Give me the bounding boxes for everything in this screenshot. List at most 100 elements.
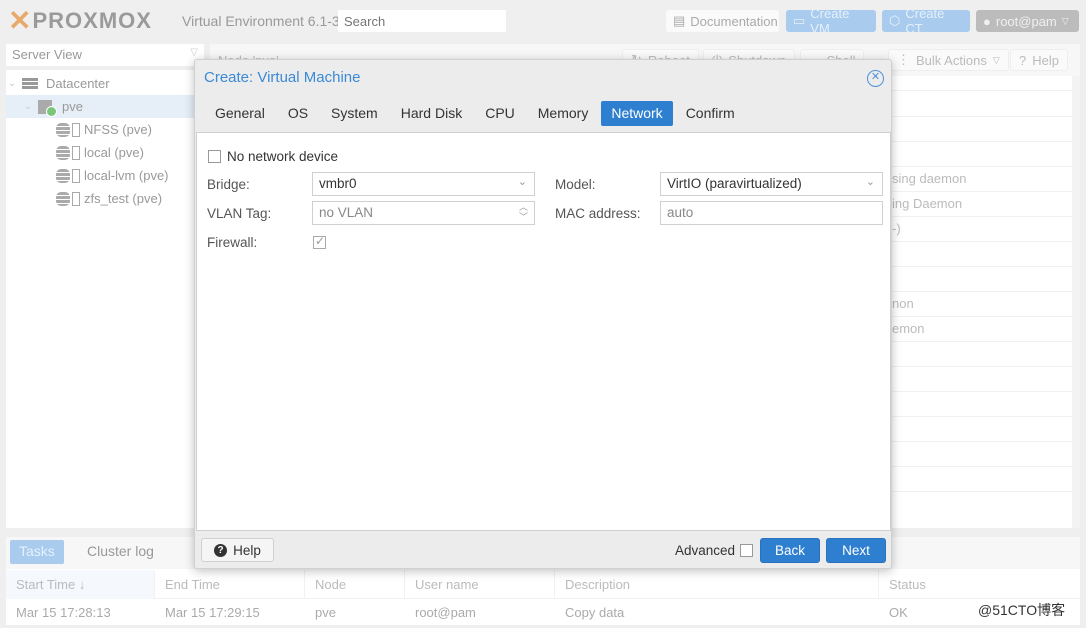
tree-item-label: zfs_test (pve): [84, 191, 163, 206]
tab-network[interactable]: Network: [601, 101, 673, 126]
help-icon: ?: [214, 543, 228, 557]
help-icon: ?: [1019, 52, 1027, 68]
resource-tree: ⌄ Datacenter ⌄ pve NFSS (pve) local (pve…: [6, 70, 204, 528]
cube-icon: ⬡: [889, 13, 901, 28]
help-button[interactable]: ? Help: [201, 538, 274, 562]
mac-address-input[interactable]: auto: [660, 201, 883, 225]
column-node[interactable]: Node: [305, 570, 405, 599]
bulk-actions-button[interactable]: ⋮ Bulk Actions ▽: [888, 49, 1009, 71]
tree-item-label: local (pve): [84, 145, 144, 160]
expand-caret-icon[interactable]: ⌄: [22, 101, 34, 112]
proxmox-logo: ✕ PROXMOX: [8, 5, 152, 36]
tree-item-label: Datacenter: [46, 76, 110, 91]
bridge-label: Bridge:: [207, 177, 250, 192]
cell-end-time: Mar 15 17:29:15: [165, 605, 260, 620]
tab-hard-disk[interactable]: Hard Disk: [391, 101, 472, 126]
bridge-select[interactable]: vmbr0 ⌄: [312, 172, 535, 196]
documentation-label: Documentation: [690, 13, 778, 29]
close-icon[interactable]: ✕: [867, 70, 884, 87]
column-end-time[interactable]: End Time: [155, 570, 305, 599]
table-row[interactable]: Mar 15 17:28:13 Mar 15 17:29:15 pve root…: [6, 600, 1080, 624]
book-icon: ▤: [673, 13, 686, 28]
ellipsis-vertical-icon: ⋮: [897, 52, 910, 67]
row-text: sing daemon: [892, 171, 967, 186]
tree-item-storage[interactable]: zfs_test (pve): [6, 187, 204, 210]
disk-usage-icon: [72, 191, 80, 206]
tab-general[interactable]: General: [205, 101, 275, 126]
user-menu-button[interactable]: ● root@pam ▽: [976, 10, 1079, 32]
dialog-footer: ? Help Advanced Back Next: [195, 532, 891, 568]
row-text: non: [892, 296, 914, 311]
server-view-select[interactable]: Server View ▽: [6, 44, 204, 66]
chevron-down-icon: ⌄: [517, 176, 527, 188]
advanced-checkbox[interactable]: [740, 544, 754, 557]
tree-item-storage[interactable]: NFSS (pve): [6, 118, 204, 141]
bulk-actions-label: Bulk Actions: [916, 52, 987, 68]
help-label: Help: [1032, 52, 1059, 68]
node-online-icon: [38, 99, 57, 117]
storage-icon: [56, 168, 70, 183]
tab-tasks[interactable]: Tasks: [10, 540, 64, 564]
storage-icon: [56, 145, 70, 160]
help-button-main[interactable]: ? Help: [1010, 49, 1068, 71]
logo-x-icon: ✕: [8, 5, 32, 36]
tab-memory[interactable]: Memory: [528, 101, 599, 126]
tab-os[interactable]: OS: [278, 101, 318, 126]
next-button[interactable]: Next: [826, 538, 886, 563]
vlan-tag-label: VLAN Tag:: [207, 206, 272, 221]
column-start-time[interactable]: Start Time ↓: [6, 570, 155, 599]
firewall-label: Firewall:: [207, 235, 258, 250]
disk-usage-icon: [72, 168, 80, 183]
create-ct-button[interactable]: ⬡ Create CT: [882, 6, 970, 36]
monitor-icon: ▭: [793, 13, 806, 28]
mac-address-placeholder: auto: [667, 205, 694, 220]
datacenter-icon: [22, 77, 38, 90]
model-value: VirtIO (paravirtualized): [667, 176, 802, 191]
tree-item-datacenter[interactable]: ⌄ Datacenter: [6, 72, 204, 95]
back-button[interactable]: Back: [760, 538, 820, 563]
tab-confirm[interactable]: Confirm: [676, 101, 745, 126]
tree-item-pve[interactable]: ⌄ pve: [6, 95, 204, 118]
advanced-toggle[interactable]: Advanced: [675, 543, 754, 558]
top-bar: ✕ PROXMOX Virtual Environment 6.1-3 ▤ Do…: [0, 0, 1086, 42]
column-description[interactable]: Description: [555, 570, 879, 599]
vlan-tag-placeholder: no VLAN: [319, 205, 374, 220]
column-status[interactable]: Status: [879, 570, 1080, 599]
logo-text: PROXMOX: [32, 8, 152, 33]
create-ct-label: Create CT: [905, 6, 945, 36]
tree-item-label: local-lvm (pve): [84, 168, 169, 183]
storage-icon: [56, 122, 70, 137]
vlan-tag-input[interactable]: no VLAN ︿ ﹀: [312, 201, 535, 225]
create-vm-label: Create VM: [810, 6, 850, 36]
no-network-device-row[interactable]: No network device: [208, 149, 338, 164]
create-vm-button[interactable]: ▭ Create VM: [786, 6, 876, 36]
tab-cluster-log[interactable]: Cluster log: [78, 540, 163, 564]
row-text: emon: [892, 321, 925, 336]
scrollbar[interactable]: [1072, 76, 1080, 528]
chevron-down-icon: ▽: [992, 54, 1000, 65]
tree-item-storage[interactable]: local-lvm (pve): [6, 164, 204, 187]
column-user-name[interactable]: User name: [405, 570, 555, 599]
documentation-button[interactable]: ▤ Documentation: [666, 10, 779, 32]
server-view-label: Server View: [12, 47, 82, 62]
cell-user-name: root@pam: [415, 605, 476, 620]
model-select[interactable]: VirtIO (paravirtualized) ⌄: [660, 172, 883, 196]
help-label: Help: [233, 542, 261, 558]
create-vm-dialog: Create: Virtual Machine ✕ General OS Sys…: [194, 59, 892, 569]
disk-usage-icon: [72, 145, 80, 160]
firewall-checkbox[interactable]: [313, 234, 326, 249]
tab-system[interactable]: System: [321, 101, 388, 126]
search-input[interactable]: [338, 10, 506, 32]
tree-item-storage[interactable]: local (pve): [6, 141, 204, 164]
mac-address-label: MAC address:: [555, 206, 641, 221]
dialog-title: Create: Virtual Machine: [204, 69, 361, 86]
watermark: @51CTO博客: [978, 602, 1066, 618]
row-text: ing Daemon: [892, 196, 963, 211]
tab-cpu[interactable]: CPU: [475, 101, 525, 126]
advanced-label: Advanced: [675, 543, 736, 558]
spinner-icon[interactable]: ︿ ﹀: [519, 202, 528, 222]
network-form: No network device Bridge: vmbr0 ⌄ VLAN T…: [196, 132, 891, 531]
no-network-device-checkbox[interactable]: [208, 150, 221, 163]
expand-caret-icon[interactable]: ⌄: [6, 78, 18, 89]
chevron-down-icon: ⌄: [865, 176, 875, 188]
